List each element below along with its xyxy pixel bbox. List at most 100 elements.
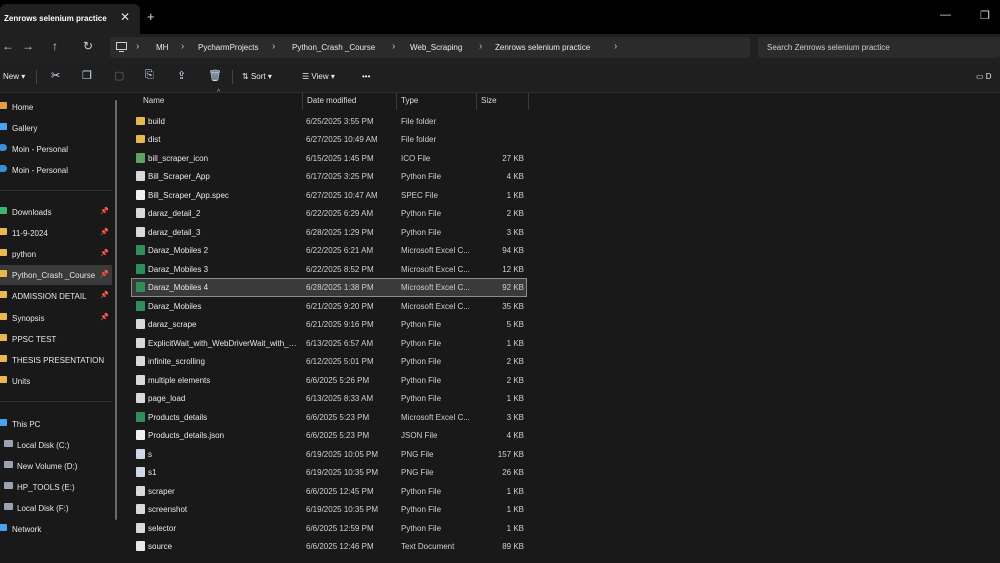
sidebar-item-this-pc[interactable]: This PC xyxy=(0,414,112,434)
file-row[interactable]: Daraz_Mobiles 3 6/22/2025 8:52 PM Microsof… xyxy=(132,261,526,278)
sidebar-item-label: Home xyxy=(12,103,34,112)
folder-icon xyxy=(0,291,7,298)
paste-icon[interactable]: ▢ xyxy=(114,69,124,82)
sidebar-item-downloads[interactable]: Downloads 📌 xyxy=(0,202,112,222)
new-tab-button[interactable]: + xyxy=(147,9,155,24)
column-divider[interactable] xyxy=(528,93,529,110)
file-row[interactable]: Products_details 6/6/2025 5:23 PM Microsof… xyxy=(132,409,526,426)
sidebar-item-label: Python_Crash _Course xyxy=(12,271,96,280)
sidebar-item-admission-detail[interactable]: ADMISSION DETAIL 📌 xyxy=(0,286,112,306)
details-pane-button[interactable]: ▭ D xyxy=(976,72,992,81)
copy-icon[interactable]: ❐ xyxy=(82,69,92,82)
forward-button[interactable]: → xyxy=(22,39,34,53)
file-size: 94 KB xyxy=(502,246,524,255)
sidebar-item-onedrive-1[interactable]: Moin - Personal xyxy=(0,139,112,159)
file-size: 157 KB xyxy=(497,450,524,459)
sidebar-item-onedrive-2[interactable]: Moin - Personal xyxy=(0,160,112,180)
file-date: 6/6/2025 12:59 PM xyxy=(306,524,374,533)
breadcrumb[interactable]: › MH › PycharmProjects › Python_Crash _C… xyxy=(110,37,750,58)
sidebar-scrollbar[interactable] xyxy=(115,100,117,520)
breadcrumb-zenrows[interactable]: Zenrows selenium practice xyxy=(495,43,590,52)
column-header-date[interactable]: Date modified xyxy=(307,96,356,105)
breadcrumb-pycharmprojects[interactable]: PycharmProjects xyxy=(198,43,258,52)
file-type: Python File xyxy=(401,505,442,514)
sidebar-item-network[interactable]: Network xyxy=(0,519,112,539)
sidebar-item-label: Synopsis xyxy=(12,314,45,323)
cut-icon[interactable]: ✂ xyxy=(51,69,60,82)
column-header-name[interactable]: Name xyxy=(143,96,164,105)
sidebar-item-11-9-2024[interactable]: 11-9-2024 📌 xyxy=(0,223,112,243)
file-row[interactable]: Bill_Scraper_App.spec 6/27/2025 10:47 AM S… xyxy=(132,187,526,204)
file-row[interactable]: ExplicitWait_with_WebDriverWait_with_ex.… xyxy=(132,335,526,352)
sidebar-item-hp-tools-e[interactable]: HP_TOOLS (E:) xyxy=(0,477,112,497)
delete-icon[interactable]: 🗑 xyxy=(208,69,222,82)
file-row[interactable]: source 6/6/2025 12:46 PM Text Document 89 K… xyxy=(132,538,526,555)
minimize-button[interactable]: — xyxy=(940,9,951,21)
file-row[interactable]: Daraz_Mobiles 6/21/2025 9:20 PM Microsoft … xyxy=(132,298,526,315)
back-button[interactable]: ← xyxy=(2,39,14,53)
file-name: daraz_scrape xyxy=(148,320,197,329)
maximize-button[interactable]: ❐ xyxy=(980,9,990,22)
breadcrumb-python-crash-course[interactable]: Python_Crash _Course xyxy=(292,43,375,52)
file-row[interactable]: Daraz_Mobiles 4 6/28/2025 1:38 PM Microsof… xyxy=(131,278,527,297)
new-button[interactable]: New ▾ xyxy=(3,72,25,81)
breadcrumb-mh[interactable]: MH xyxy=(156,43,168,52)
rename-icon[interactable]: ⎘ xyxy=(145,69,154,82)
breadcrumb-web-scraping[interactable]: Web_Scraping xyxy=(410,43,462,52)
search-input[interactable]: Search Zenrows selenium practice xyxy=(758,37,1000,58)
file-row[interactable]: dist 6/27/2025 10:49 AM File folder xyxy=(132,131,526,148)
column-header-type[interactable]: Type xyxy=(401,96,418,105)
file-name: Daraz_Mobiles 4 xyxy=(148,283,209,292)
up-button[interactable]: ↑ xyxy=(52,39,58,53)
sidebar-item-gallery[interactable]: Gallery xyxy=(0,118,112,138)
file-row[interactable]: selector 6/6/2025 12:59 PM Python File 1 KB xyxy=(132,520,526,537)
file-size: 1 KB xyxy=(506,191,524,200)
file-row[interactable]: screenshot 6/19/2025 10:35 PM Python File 1… xyxy=(132,501,526,518)
column-divider[interactable] xyxy=(302,93,303,110)
sidebar-item-python[interactable]: python 📌 xyxy=(0,244,112,264)
pin-icon[interactable]: 📌 xyxy=(100,249,109,257)
file-row[interactable]: s 6/19/2025 10:05 PM PNG File 157 KB xyxy=(132,446,526,463)
file-row[interactable]: infinite_scrolling 6/12/2025 5:01 PM Pytho… xyxy=(132,353,526,370)
file-row[interactable]: Daraz_Mobiles 2 6/22/2025 6:21 AM Microsof… xyxy=(132,242,526,259)
python-file-icon xyxy=(136,393,145,403)
sidebar-item-local-disk-c[interactable]: Local Disk (C:) xyxy=(0,435,112,455)
sidebar-item-home[interactable]: Home xyxy=(0,97,112,117)
sidebar-item-new-volume-d[interactable]: New Volume (D:) xyxy=(0,456,112,476)
sidebar-item-synopsis[interactable]: Synopsis 📌 xyxy=(0,308,112,328)
file-name: Products_details xyxy=(148,413,208,422)
share-icon[interactable]: ⇪ xyxy=(177,69,186,82)
file-row[interactable]: page_load 6/13/2025 8:33 AM Python File 1 K… xyxy=(132,390,526,407)
file-row[interactable]: bill_scraper_icon 6/15/2025 1:45 PM ICO Fi… xyxy=(132,150,526,167)
file-row[interactable]: scraper 6/6/2025 12:45 PM Python File 1 KB xyxy=(132,483,526,500)
pin-icon[interactable]: 📌 xyxy=(100,313,109,321)
file-row[interactable]: Bill_Scraper_App 6/17/2025 3:25 PM Python … xyxy=(132,168,526,185)
more-options-button[interactable]: ••• xyxy=(362,72,370,81)
pin-icon[interactable]: 📌 xyxy=(100,291,109,299)
sidebar-item-local-disk-f[interactable]: Local Disk (F:) xyxy=(0,498,112,518)
tab-zenrows[interactable]: Zenrows selenium practice ✕ xyxy=(0,4,140,34)
sidebar-item-ppsc-test[interactable]: PPSC TEST xyxy=(0,329,112,349)
file-type: Python File xyxy=(401,172,442,181)
file-date: 6/19/2025 10:35 PM xyxy=(306,505,379,514)
file-row[interactable]: s1 6/19/2025 10:35 PM PNG File 26 KB xyxy=(132,464,526,481)
file-row[interactable]: build 6/25/2025 3:55 PM File folder xyxy=(132,113,526,130)
pin-icon[interactable]: 📌 xyxy=(100,207,109,215)
column-divider[interactable] xyxy=(476,93,477,110)
sidebar-item-units[interactable]: Units xyxy=(0,371,112,391)
pin-icon[interactable]: 📌 xyxy=(100,270,109,278)
file-row[interactable]: Products_details.json 6/6/2025 5:23 PM JSO… xyxy=(132,427,526,444)
column-divider[interactable] xyxy=(396,93,397,110)
pin-icon[interactable]: 📌 xyxy=(100,228,109,236)
refresh-button[interactable]: ↻ xyxy=(83,39,93,53)
file-row[interactable]: daraz_detail_3 6/28/2025 1:29 PM Python Fi… xyxy=(132,224,526,241)
file-row[interactable]: daraz_scrape 6/21/2025 9:16 PM Python File… xyxy=(132,316,526,333)
close-tab-icon[interactable]: ✕ xyxy=(120,10,130,24)
sidebar-item-thesis-presentation[interactable]: THESIS PRESENTATION xyxy=(0,350,112,370)
sort-button[interactable]: ⇅ Sort ▾ xyxy=(242,72,272,81)
column-header-size[interactable]: Size xyxy=(481,96,497,105)
file-row[interactable]: daraz_detail_2 6/22/2025 6:29 AM Python Fi… xyxy=(132,205,526,222)
view-button[interactable]: ☰ View ▾ xyxy=(302,72,335,81)
sidebar-item-python-crash-course[interactable]: Python_Crash _Course 📌 xyxy=(0,265,112,285)
file-row[interactable]: multiple elements 6/6/2025 5:26 PM Python … xyxy=(132,372,526,389)
